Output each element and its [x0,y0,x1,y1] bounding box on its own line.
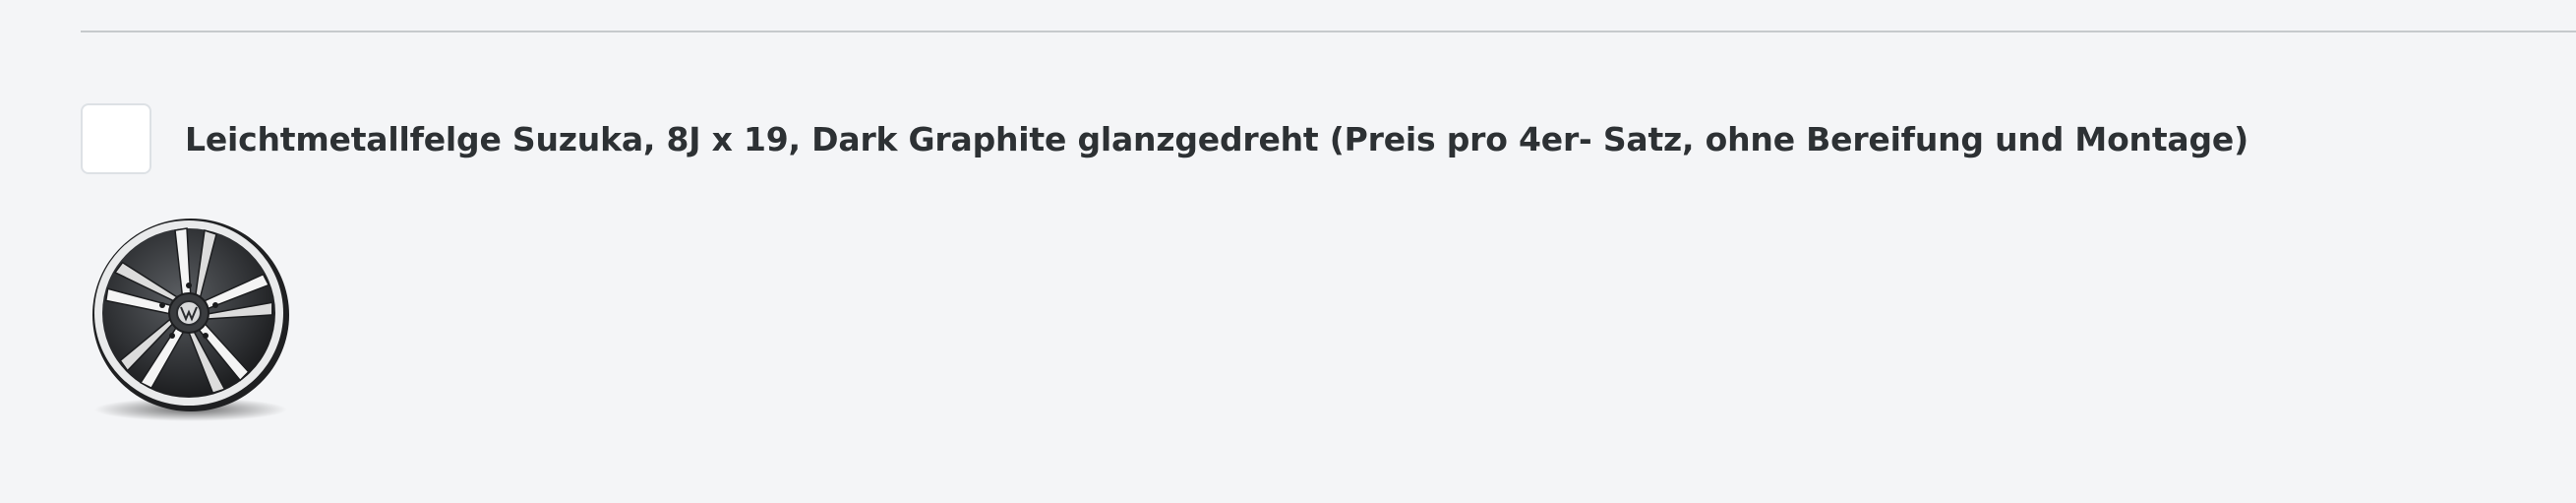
alloy-wheel-image [87,217,295,425]
wheel-option-row[interactable]: Leichtmetallfelge Suzuka, 8J x 19, Dark … [81,101,2248,176]
section-divider [81,31,2576,32]
option-label: Leichtmetallfelge Suzuka, 8J x 19, Dark … [185,119,2248,158]
option-checkbox[interactable] [81,103,151,174]
page: Leichtmetallfelge Suzuka, 8J x 19, Dark … [0,0,2576,503]
wheel-graphic [92,219,289,421]
